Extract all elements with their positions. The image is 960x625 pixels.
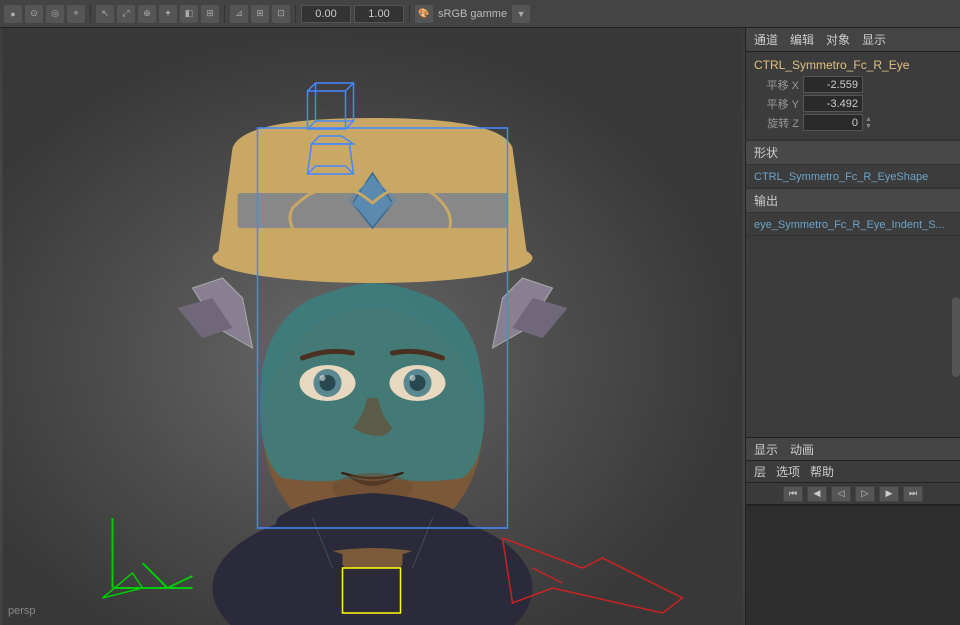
toolbar-icon-4[interactable]: ⌖ <box>67 5 85 23</box>
transform-input[interactable] <box>301 5 351 23</box>
dropdown-arrow-icon[interactable]: ▼ <box>512 5 530 23</box>
translate-y-input[interactable] <box>803 95 863 112</box>
toolbar-icon-snap[interactable]: ⊿ <box>230 5 248 23</box>
translate-y-row: 平移 Y <box>754 95 952 112</box>
toolbar: ● ⊙ ◎ ⌖ ↖ ⤢ ⊕ ✦ ◧ ⊞ ⊿ ⊞ ⊡ 🎨 sRGB gamme ▼ <box>0 0 960 28</box>
toolbar-icon-grid[interactable]: ⊞ <box>251 5 269 23</box>
toolbar-icon-8[interactable]: ✦ <box>159 5 177 23</box>
toolbar-icon-10[interactable]: ⊞ <box>201 5 219 23</box>
attr-title: CTRL_Symmetro_Fc_R_Eye <box>754 58 952 72</box>
rotate-z-row: 旋转 Z ▲ ▼ <box>754 114 952 131</box>
rpanel-menu-object[interactable]: 对象 <box>826 31 850 48</box>
layer-item[interactable]: 层 <box>754 463 766 480</box>
shape-value: CTRL_Symmetro_Fc_R_EyeShape <box>754 171 928 183</box>
toolbar-icon-uv[interactable]: ⊡ <box>272 5 290 23</box>
scale-input[interactable] <box>354 5 404 23</box>
shape-content: CTRL_Symmetro_Fc_R_EyeShape <box>746 165 960 188</box>
toolbar-icon-2[interactable]: ⊙ <box>25 5 43 23</box>
toolbar-icon-3[interactable]: ◎ <box>46 5 64 23</box>
toolbar-icon-6[interactable]: ⤢ <box>117 5 135 23</box>
playback-controls: ⏮ ◀ ◁ ▷ ▶ ⏭ <box>746 483 960 505</box>
translate-x-row: 平移 X <box>754 76 952 93</box>
help-item[interactable]: 帮助 <box>810 463 834 480</box>
play-forward-button[interactable]: ▷ <box>855 486 875 502</box>
rpanel-menu: 通道 编辑 对象 显示 <box>746 28 960 52</box>
toolbar-icon-5[interactable]: ↖ <box>96 5 114 23</box>
sep-1 <box>90 5 91 23</box>
options-item[interactable]: 选项 <box>776 463 800 480</box>
arrow-up-icon[interactable]: ▲ <box>865 116 872 123</box>
skip-start-button[interactable]: ⏮ <box>783 486 803 502</box>
toolbar-icon-1[interactable]: ● <box>4 5 22 23</box>
translate-x-input[interactable] <box>803 76 863 93</box>
persp-label: persp <box>8 605 36 617</box>
rpanel-menu-channel[interactable]: 通道 <box>754 31 778 48</box>
translate-x-label: 平移 X <box>754 77 799 93</box>
toolbar-icon-7[interactable]: ⊕ <box>138 5 156 23</box>
attr-section: CTRL_Symmetro_Fc_R_Eye 平移 X 平移 Y 旋转 Z ▲ … <box>746 52 960 140</box>
rpanel-bottom-area <box>746 505 960 625</box>
next-frame-button[interactable]: ▶ <box>879 486 899 502</box>
sep-3 <box>295 5 296 23</box>
rotate-z-label: 旋转 Z <box>754 115 799 131</box>
arrow-down-icon[interactable]: ▼ <box>865 123 872 130</box>
colorspace-icon: 🎨 <box>415 5 433 23</box>
rotate-z-input[interactable] <box>803 114 863 131</box>
sep-4 <box>409 5 410 23</box>
display-menu-item[interactable]: 显示 <box>754 441 778 458</box>
translate-y-label: 平移 Y <box>754 96 799 112</box>
main-area: persp 通道 编辑 对象 显示 CTRL_Symmetro_Fc_R_Eye… <box>0 28 960 625</box>
right-panel: 通道 编辑 对象 显示 CTRL_Symmetro_Fc_R_Eye 平移 X … <box>745 28 960 625</box>
play-back-button[interactable]: ◁ <box>831 486 851 502</box>
toolbar-icon-9[interactable]: ◧ <box>180 5 198 23</box>
animate-menu-item[interactable]: 动画 <box>790 441 814 458</box>
layer-options-bar: 层 选项 帮助 <box>746 461 960 483</box>
shape-header: 形状 <box>746 140 960 165</box>
rotate-z-arrows[interactable]: ▲ ▼ <box>865 116 872 130</box>
display-animate-bar: 显示 动画 <box>746 437 960 461</box>
rpanel-menu-edit[interactable]: 编辑 <box>790 31 814 48</box>
output-header: 输出 <box>746 188 960 213</box>
output-value: eye_Symmetro_Fc_R_Eye_Indent_S... <box>754 219 945 231</box>
rpanel-middle-area <box>746 236 960 437</box>
viewport[interactable]: persp <box>0 28 745 625</box>
output-content: eye_Symmetro_Fc_R_Eye_Indent_S... <box>746 213 960 236</box>
rpanel-menu-display[interactable]: 显示 <box>862 31 886 48</box>
prev-frame-button[interactable]: ◀ <box>807 486 827 502</box>
sep-2 <box>224 5 225 23</box>
skip-end-button[interactable]: ⏭ <box>903 486 923 502</box>
colorspace-label: sRGB gamme <box>436 8 509 20</box>
character-render <box>0 28 745 625</box>
